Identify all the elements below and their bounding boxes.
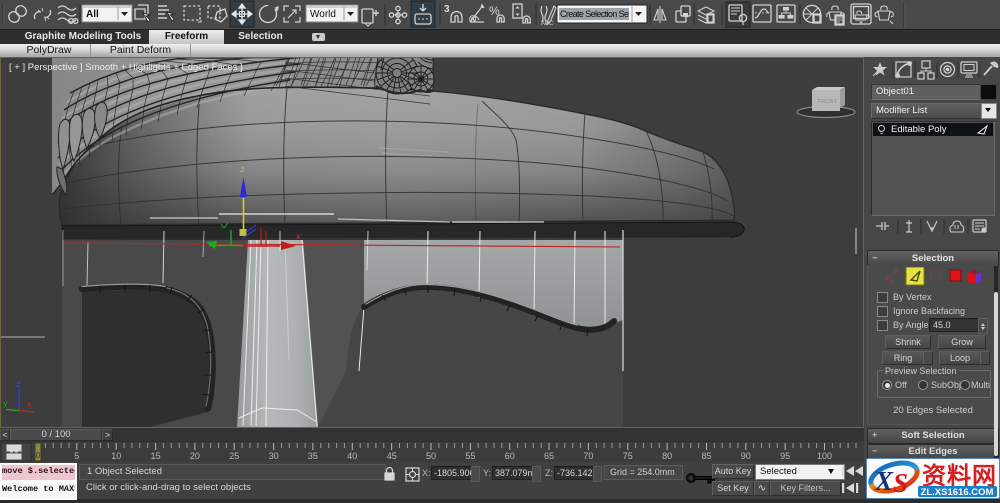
svg-text:ABC: ABC	[541, 21, 554, 27]
svg-text:50: 50	[426, 451, 436, 461]
svg-text:资料网: 资料网	[922, 463, 996, 490]
svg-text:5: 5	[74, 451, 79, 461]
svg-text:y: y	[3, 400, 8, 409]
svg-text:55: 55	[465, 451, 475, 461]
svg-text:0: 0	[36, 451, 41, 460]
svg-text:35: 35	[308, 451, 318, 461]
svg-text:40: 40	[347, 451, 357, 461]
svg-text:All: All	[86, 9, 99, 20]
svg-text:60: 60	[505, 451, 515, 461]
svg-text:95: 95	[780, 451, 790, 461]
svg-text:ZL.XS1616.COM: ZL.XS1616.COM	[921, 487, 994, 498]
svg-text:FRONT: FRONT	[818, 99, 838, 105]
svg-text:X: X	[874, 466, 894, 496]
svg-text:3: 3	[444, 4, 450, 15]
svg-text:[ + ] Perspective ] Smooth + H: [ + ] Perspective ] Smooth + Highlights …	[9, 62, 243, 73]
svg-text:90: 90	[741, 451, 751, 461]
svg-text:World: World	[310, 9, 336, 20]
svg-text:x: x	[296, 233, 301, 242]
svg-text:z: z	[16, 381, 21, 390]
svg-text:Create Selection Se: Create Selection Se	[560, 9, 629, 19]
svg-text:30: 30	[269, 451, 279, 461]
svg-text:15: 15	[151, 451, 161, 461]
svg-text:75: 75	[623, 451, 633, 461]
svg-text:25: 25	[229, 451, 239, 461]
svg-text:10: 10	[111, 451, 121, 461]
svg-text:45: 45	[387, 451, 397, 461]
svg-text:80: 80	[662, 451, 672, 461]
svg-text:85: 85	[701, 451, 711, 461]
svg-text:x: x	[27, 401, 32, 410]
svg-text:100: 100	[817, 451, 832, 461]
svg-text:z: z	[240, 165, 245, 175]
svg-text:S: S	[893, 468, 908, 498]
svg-text:65: 65	[544, 451, 554, 461]
svg-text:20: 20	[190, 451, 200, 461]
svg-text:70: 70	[583, 451, 593, 461]
